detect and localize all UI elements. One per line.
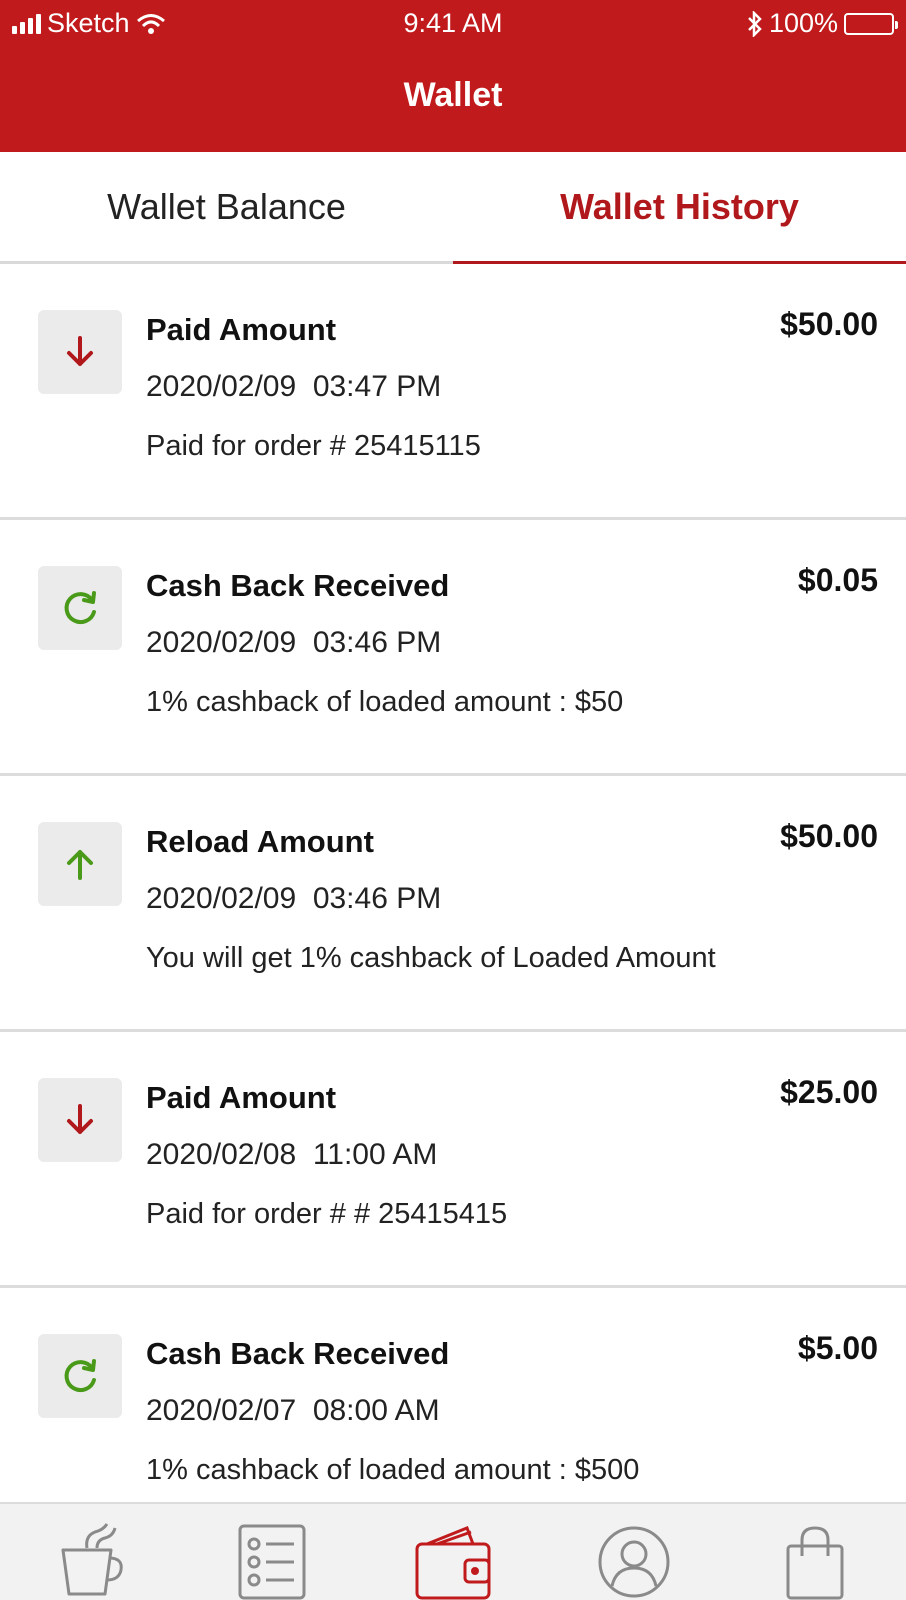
shopping-bag-icon bbox=[786, 1526, 843, 1600]
transaction-description: You will get 1% cashback of Loaded Amoun… bbox=[146, 942, 716, 974]
tab-orders[interactable] bbox=[181, 1504, 362, 1600]
transaction-title: Cash Back Received bbox=[146, 1336, 450, 1371]
app-header: Sketch 9:41 AM 100% Wallet bbox=[0, 0, 906, 152]
transaction-row[interactable]: Reload Amount 2020/02/09 03:46 PM You wi… bbox=[0, 776, 906, 1032]
transaction-row[interactable]: Paid Amount 2020/02/09 03:47 PM Paid for… bbox=[0, 264, 906, 520]
cashback-icon bbox=[64, 591, 96, 625]
transaction-row[interactable]: Cash Back Received 2020/02/09 03:46 PM 1… bbox=[0, 520, 906, 776]
transaction-title: Reload Amount bbox=[146, 824, 374, 859]
transaction-description: 1% cashback of loaded amount : $500 bbox=[146, 1454, 640, 1486]
tab-bar: Wallet Balance Wallet History bbox=[0, 152, 906, 264]
transaction-title: Cash Back Received bbox=[146, 568, 450, 603]
transaction-datetime: 2020/02/07 08:00 AM bbox=[146, 1394, 440, 1427]
bluetooth-icon bbox=[748, 10, 762, 37]
transaction-amount: $5.00 bbox=[797, 1330, 878, 1366]
transaction-title: Paid Amount bbox=[146, 312, 337, 347]
bottom-tab-bar bbox=[0, 1502, 906, 1600]
transaction-amount: $25.00 bbox=[780, 1074, 878, 1110]
transaction-amount: $0.05 bbox=[797, 562, 878, 598]
battery-icon bbox=[844, 12, 898, 35]
transaction-icon-box bbox=[38, 1334, 122, 1418]
transaction-list[interactable]: Paid Amount 2020/02/09 03:47 PM Paid for… bbox=[0, 264, 906, 1502]
arrow-down-icon bbox=[67, 1104, 93, 1134]
transaction-row[interactable]: Cash Back Received 2020/02/07 08:00 AM 1… bbox=[0, 1288, 906, 1502]
transaction-icon-box bbox=[38, 822, 122, 906]
transaction-description: Paid for order # 25415115 bbox=[146, 430, 481, 462]
transaction-description: Paid for order # # 25415415 bbox=[146, 1198, 508, 1230]
arrow-down-icon bbox=[67, 336, 93, 366]
transaction-title: Paid Amount bbox=[146, 1080, 337, 1115]
coffee-cup-icon bbox=[61, 1523, 123, 1596]
tab-profile[interactable] bbox=[543, 1504, 724, 1600]
transaction-datetime: 2020/02/09 03:46 PM bbox=[146, 626, 442, 659]
page-title: Wallet bbox=[403, 76, 503, 114]
transaction-amount: $50.00 bbox=[780, 818, 878, 854]
transaction-datetime: 2020/02/09 03:47 PM bbox=[146, 370, 442, 403]
transaction-icon-box bbox=[38, 566, 122, 650]
transaction-description: 1% cashback of loaded amount : $50 bbox=[146, 686, 624, 718]
arrow-up-icon bbox=[67, 850, 93, 880]
tab-wallet[interactable] bbox=[362, 1504, 543, 1600]
status-bar: Sketch 9:41 AM 100% bbox=[0, 0, 906, 50]
transaction-icon-box bbox=[38, 1078, 122, 1162]
battery-percent: 100% bbox=[768, 8, 838, 38]
tab-wallet-balance[interactable]: Wallet Balance bbox=[0, 152, 453, 262]
transaction-icon-box bbox=[38, 310, 122, 394]
tab-cart[interactable] bbox=[724, 1504, 905, 1600]
order-list-icon bbox=[238, 1524, 305, 1600]
tab-menu[interactable] bbox=[0, 1504, 181, 1600]
status-right: 100% bbox=[747, 8, 898, 39]
transaction-row[interactable]: Paid Amount 2020/02/08 11:00 AM Paid for… bbox=[0, 1032, 906, 1288]
transaction-amount: $50.00 bbox=[780, 306, 878, 342]
profile-icon bbox=[598, 1526, 669, 1598]
transaction-datetime: 2020/02/08 11:00 AM bbox=[146, 1138, 438, 1171]
transaction-datetime: 2020/02/09 03:46 PM bbox=[146, 882, 442, 915]
wallet-icon bbox=[415, 1526, 490, 1600]
tab-wallet-history[interactable]: Wallet History bbox=[453, 152, 906, 262]
cashback-icon bbox=[64, 1359, 96, 1393]
